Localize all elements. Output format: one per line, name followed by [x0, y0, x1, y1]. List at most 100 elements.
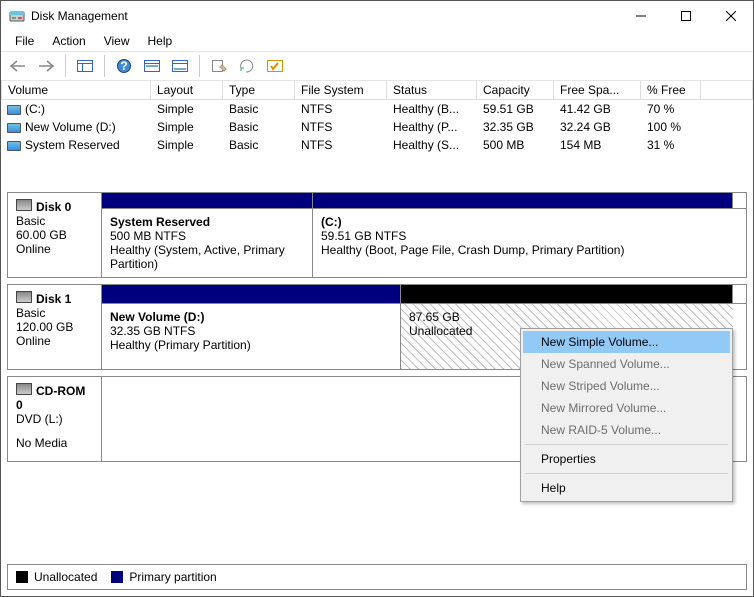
col-type[interactable]: Type — [223, 81, 295, 99]
volume-status: Healthy (P... — [387, 118, 477, 136]
col-capacity[interactable]: Capacity — [477, 81, 554, 99]
menu-help[interactable]: Help — [140, 32, 181, 50]
disk-bar — [102, 285, 746, 303]
forward-button[interactable] — [35, 55, 57, 77]
col-spacer — [701, 81, 753, 99]
col-layout[interactable]: Layout — [151, 81, 223, 99]
volume-fs: NTFS — [295, 136, 387, 154]
refresh-button[interactable] — [236, 55, 258, 77]
minimize-button[interactable] — [618, 2, 663, 31]
layout-top-button[interactable] — [141, 55, 163, 77]
col-fs[interactable]: File System — [295, 81, 387, 99]
volume-name: New Volume (D:) — [25, 120, 116, 134]
menu-view[interactable]: View — [96, 32, 138, 50]
disk-panel: Disk 0Basic60.00 GBOnlineSystem Reserved… — [7, 192, 747, 278]
disk-type: DVD (L:) — [16, 412, 93, 426]
col-free[interactable]: Free Spa... — [554, 81, 641, 99]
partition[interactable]: New Volume (D:)32.35 GB NTFSHealthy (Pri… — [102, 304, 401, 369]
help-button[interactable]: ? — [113, 55, 135, 77]
partition-title: System Reserved — [110, 215, 304, 229]
disk-info[interactable]: Disk 1Basic120.00 GBOnline — [8, 285, 102, 369]
bar-segment — [313, 193, 733, 208]
disk-info[interactable]: CD-ROM 0DVD (L:)No Media — [8, 377, 102, 461]
volume-name: (C:) — [25, 102, 45, 116]
volume-layout: Simple — [151, 100, 223, 118]
volume-row[interactable]: (C:)SimpleBasicNTFSHealthy (B...59.51 GB… — [1, 100, 753, 118]
menu-action[interactable]: Action — [44, 32, 93, 50]
menu-help[interactable]: Help — [523, 477, 730, 499]
layout-bottom-button[interactable] — [169, 55, 191, 77]
disk-size: 60.00 GB — [16, 228, 93, 242]
swatch-unallocated — [16, 571, 28, 583]
partition-size: 87.65 GB — [409, 310, 725, 324]
disk-type: Basic — [16, 306, 93, 320]
disk-bar — [102, 193, 746, 208]
volume-fs: NTFS — [295, 118, 387, 136]
volume-free: 32.24 GB — [554, 118, 641, 136]
menu-new-simple-volume[interactable]: New Simple Volume... — [523, 331, 730, 353]
col-status[interactable]: Status — [387, 81, 477, 99]
column-headers: Volume Layout Type File System Status Ca… — [1, 81, 753, 100]
partition-status: Healthy (Primary Partition) — [110, 338, 392, 352]
volume-name: System Reserved — [25, 138, 120, 152]
app-icon — [9, 8, 25, 24]
close-button[interactable] — [708, 2, 753, 31]
legend-unallocated: Unallocated — [34, 570, 97, 584]
menu-separator — [525, 473, 728, 474]
disk-icon — [16, 291, 32, 303]
disk-label: Disk 1 — [36, 292, 71, 306]
disk-type: Basic — [16, 214, 93, 228]
partition[interactable]: System Reserved500 MB NTFSHealthy (Syste… — [102, 209, 313, 277]
disk-icon — [16, 383, 32, 395]
disk-info[interactable]: Disk 0Basic60.00 GBOnline — [8, 193, 102, 277]
splitter[interactable] — [1, 154, 753, 192]
partition-title: New Volume (D:) — [110, 310, 392, 324]
maximize-button[interactable] — [663, 2, 708, 31]
disk-body: System Reserved500 MB NTFSHealthy (Syste… — [102, 193, 746, 277]
volume-list: Volume Layout Type File System Status Ca… — [1, 81, 753, 154]
partition-status: Healthy (System, Active, Primary Partiti… — [110, 243, 304, 271]
context-menu: New Simple Volume... New Spanned Volume.… — [520, 328, 733, 502]
show-hide-tree-button[interactable] — [74, 55, 96, 77]
partition-status: Healthy (Boot, Page File, Crash Dump, Pr… — [321, 243, 725, 257]
volume-pct: 31 % — [641, 136, 701, 154]
volume-row[interactable]: System ReservedSimpleBasicNTFSHealthy (S… — [1, 136, 753, 154]
bar-segment — [102, 285, 401, 303]
volume-status: Healthy (B... — [387, 100, 477, 118]
menu-file[interactable]: File — [7, 32, 42, 50]
titlebar: Disk Management — [1, 1, 753, 31]
partition-title: (C:) — [321, 215, 725, 229]
menu-new-mirrored-volume: New Mirrored Volume... — [523, 397, 730, 419]
select-columns-button[interactable] — [264, 55, 286, 77]
disk-partitions: System Reserved500 MB NTFSHealthy (Syste… — [102, 208, 746, 277]
partition[interactable]: (C:)59.51 GB NTFSHealthy (Boot, Page Fil… — [313, 209, 733, 277]
volume-row[interactable]: New Volume (D:) SimpleBasicNTFSHealthy (P… — [1, 118, 753, 136]
volume-status: Healthy (S... — [387, 136, 477, 154]
bar-segment — [102, 193, 313, 208]
disk-icon — [7, 123, 21, 133]
volume-type: Basic — [223, 118, 295, 136]
disk-icon — [16, 199, 32, 211]
toolbar: ? — [1, 51, 753, 81]
menu-new-striped-volume: New Striped Volume... — [523, 375, 730, 397]
volume-layout: Simple — [151, 136, 223, 154]
col-pct[interactable]: % Free — [641, 81, 701, 99]
volume-capacity: 59.51 GB — [477, 100, 554, 118]
disk-label: Disk 0 — [36, 200, 71, 214]
back-button[interactable] — [7, 55, 29, 77]
partition-size: 500 MB NTFS — [110, 229, 304, 243]
disk-state: Online — [16, 242, 93, 256]
window-title: Disk Management — [31, 9, 618, 23]
volume-free: 41.42 GB — [554, 100, 641, 118]
menu-new-raid5-volume: New RAID-5 Volume... — [523, 419, 730, 441]
svg-text:?: ? — [120, 59, 127, 73]
legend-primary: Primary partition — [129, 570, 216, 584]
volume-pct: 100 % — [641, 118, 701, 136]
properties-button[interactable] — [208, 55, 230, 77]
menubar: File Action View Help — [1, 31, 753, 51]
menu-properties[interactable]: Properties — [523, 448, 730, 470]
volume-pct: 70 % — [641, 100, 701, 118]
volume-layout: Simple — [151, 118, 223, 136]
toolbar-separator — [199, 55, 200, 77]
col-volume[interactable]: Volume — [1, 81, 151, 99]
